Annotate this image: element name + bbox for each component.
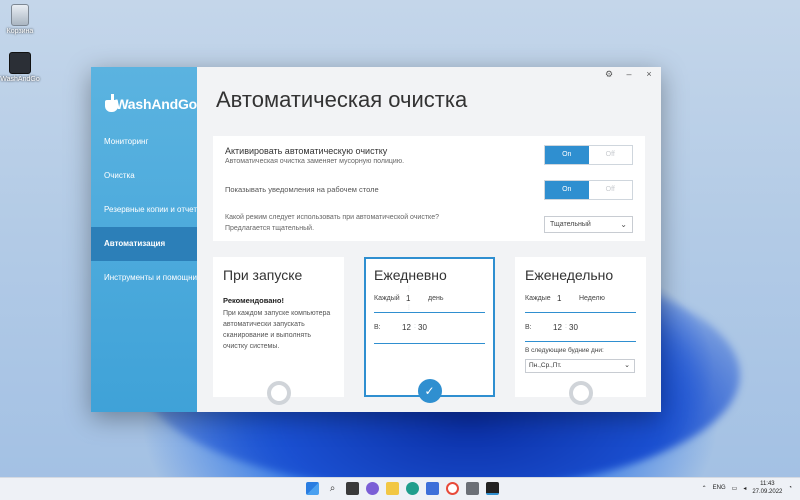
desktop-icon-label: Корзина	[6, 28, 34, 35]
sidebar-nav: Мониторинг Очистка Резервные копии и отч…	[91, 125, 203, 295]
daily-time-underline	[374, 343, 485, 344]
cleaning-mode-value: Тщательный	[550, 221, 591, 228]
check-icon: ✓	[424, 384, 435, 398]
desktop-icon-washandgo[interactable]: WashAndGo	[0, 52, 40, 83]
weekly-time-underline	[525, 341, 636, 342]
schedule-daily-card[interactable]: Ежедневно Каждый ⋮ 1 ⋮ день В: 12 : 30 ✓	[364, 257, 495, 403]
settings-app-icon[interactable]	[466, 482, 479, 495]
daily-minute-input[interactable]: 30	[418, 323, 427, 332]
taskbar-icons: ⌕	[306, 482, 499, 495]
chevron-down-icon: ⌄	[624, 362, 630, 369]
weekdays-label: В следующие будние дни:	[525, 347, 604, 354]
sidebar-item-backups[interactable]: Резервные копии и отчеты	[91, 193, 203, 227]
auto-clean-subtitle: Автоматическая очистка заменяет мусорную…	[225, 158, 405, 165]
weekly-unit-label: Неделю	[579, 295, 605, 302]
network-icon[interactable]: ▭	[732, 485, 738, 492]
schedule-startup-card[interactable]: При запуске Рекомендовано! При каждом за…	[213, 257, 344, 405]
daily-hour-input[interactable]: 12	[402, 323, 411, 332]
weekly-every-label: Каждые	[525, 295, 551, 302]
weekly-every-input[interactable]: 1	[557, 294, 561, 303]
schedule-startup-title: При запуске	[223, 267, 303, 283]
settings-gear-icon[interactable]: ⚙	[603, 69, 615, 80]
close-button[interactable]: ×	[643, 69, 655, 80]
mode-hint: Предлагается тщательный.	[225, 225, 315, 232]
weekly-minute-input[interactable]: 30	[569, 323, 578, 332]
startup-description: При каждом запуске компьютера автоматиче…	[223, 310, 331, 350]
notifications-icon[interactable]: ◔	[788, 485, 792, 491]
chat-icon[interactable]	[366, 482, 379, 495]
desktop-icon-label: WashAndGo	[0, 76, 40, 83]
taskbar: ⌕ ⌃ ENG ▭ ◂ 11:43 27.09.2022 ◔	[0, 477, 800, 500]
start-windows-icon[interactable]	[306, 482, 319, 495]
mode-question: Какой режим следует использовать при авт…	[225, 214, 439, 221]
cleaning-mode-select[interactable]: Тщательный ⌄	[544, 216, 633, 233]
washandgo-taskbar-icon[interactable]	[486, 482, 499, 495]
auto-clean-on-option[interactable]: On	[545, 146, 589, 164]
weekly-hour-input[interactable]: 12	[553, 323, 562, 332]
file-explorer-icon[interactable]	[386, 482, 399, 495]
schedule-daily-title: Ежедневно	[374, 267, 447, 283]
task-view-icon[interactable]	[346, 482, 359, 495]
schedule-daily-radio[interactable]: ✓	[417, 379, 442, 403]
clock-time: 11:43	[760, 481, 775, 487]
window-controls: ⚙ – ×	[603, 69, 655, 80]
chevron-down-icon: ⌄	[620, 220, 627, 229]
weekdays-value: Пн.,Ср.,Пт.	[529, 362, 562, 369]
store-icon[interactable]	[426, 482, 439, 495]
weekdays-select[interactable]: Пн.,Ср.,Пт. ⌄	[525, 359, 635, 373]
daily-unit-label: день	[428, 295, 444, 302]
chrome-icon[interactable]	[446, 482, 459, 495]
clock-date: 27.09.2022	[752, 489, 783, 495]
weekly-every-underline	[525, 312, 636, 313]
sidebar-item-cleaning[interactable]: Очистка	[91, 159, 197, 193]
main-content: ⚙ – × Автоматическая очистка Активироват…	[197, 67, 661, 412]
time-separator: :	[414, 323, 416, 330]
app-logo: WashAndGo	[91, 67, 197, 123]
language-indicator[interactable]: ENG	[713, 485, 726, 491]
edge-icon[interactable]	[406, 482, 419, 495]
sidebar-item-tools[interactable]: Инструменты и помощник	[91, 261, 201, 295]
spin-up-icon[interactable]: ⋮	[406, 285, 412, 292]
app-window: WashAndGo Мониторинг Очистка Резервные к…	[91, 67, 661, 412]
sidebar-item-monitoring[interactable]: Мониторинг	[91, 125, 197, 159]
logo-text: WashAndGo	[115, 96, 197, 112]
volume-icon[interactable]: ◂	[743, 485, 746, 492]
daily-every-label: Каждый	[374, 295, 400, 302]
washandgo-app-icon	[9, 52, 31, 74]
recommended-label: Рекомендовано!	[223, 296, 285, 305]
recycle-bin-icon	[11, 4, 29, 26]
settings-card: Активировать автоматическую очистку Авто…	[213, 136, 645, 241]
bucket-logo-icon	[103, 94, 119, 114]
schedule-startup-radio[interactable]	[266, 381, 291, 405]
schedule-weekly-card[interactable]: Еженедельно Каждые 1 Неделю В: 12 : 30 В…	[515, 257, 646, 405]
sidebar: WashAndGo Мониторинг Очистка Резервные к…	[91, 67, 203, 412]
system-tray: ⌃ ENG ▭ ◂ 11:43 27.09.2022 ◔	[702, 480, 792, 496]
weekly-at-label: В:	[525, 324, 532, 331]
notifications-on-option[interactable]: On	[545, 181, 589, 199]
minimize-button[interactable]: –	[623, 69, 635, 80]
desktop-icon-recycle-bin[interactable]: Корзина	[0, 4, 40, 35]
auto-clean-title: Активировать автоматическую очистку	[225, 146, 388, 156]
auto-clean-toggle[interactable]: On Off	[544, 145, 633, 165]
notifications-off-option[interactable]: Off	[588, 181, 632, 199]
spin-down-icon[interactable]: ⋮	[406, 304, 412, 311]
daily-every-underline	[374, 312, 485, 313]
time-separator: :	[565, 323, 567, 330]
schedule-weekly-title: Еженедельно	[525, 267, 614, 283]
sidebar-item-automation[interactable]: Автоматизация	[91, 227, 197, 261]
auto-clean-off-option[interactable]: Off	[588, 146, 632, 164]
schedule-weekly-radio[interactable]	[568, 381, 593, 405]
daily-every-input[interactable]: 1	[406, 294, 410, 303]
notifications-title: Показывать уведомления на рабочем столе	[225, 185, 379, 194]
tray-up-chevron-icon[interactable]: ⌃	[702, 485, 707, 492]
clock[interactable]: 11:43 27.09.2022	[752, 480, 782, 496]
search-icon[interactable]: ⌕	[326, 482, 339, 495]
notifications-toggle[interactable]: On Off	[544, 180, 633, 200]
daily-at-label: В:	[374, 324, 381, 331]
page-title: Автоматическая очистка	[216, 87, 468, 112]
